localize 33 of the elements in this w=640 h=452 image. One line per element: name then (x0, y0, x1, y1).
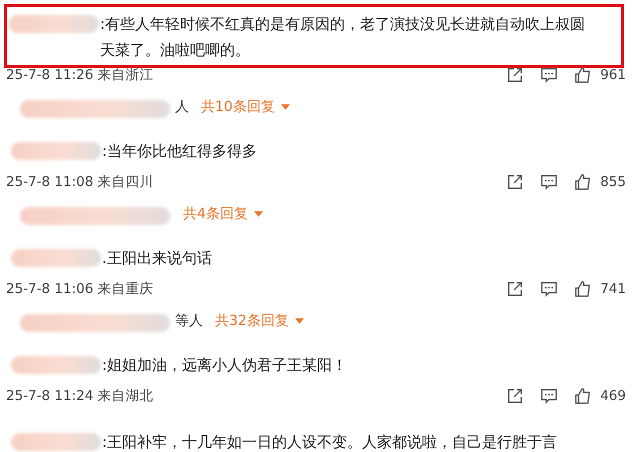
comment-icon[interactable] (540, 280, 558, 298)
comment-time: 25-7-8 11:24 来自湖北 (6, 387, 154, 405)
thumbs-up-icon[interactable] (574, 387, 592, 405)
comment-time: 25-7-8 11:26 来自浙江 (6, 66, 154, 84)
comment-icon[interactable] (540, 66, 558, 84)
share-icon[interactable] (506, 387, 524, 405)
replies-link[interactable]: 共10条回复 (193, 98, 290, 116)
comment-time: 25-7-8 11:06 来自重庆 (6, 280, 154, 298)
caret-icon (294, 318, 304, 324)
like-count: 741 (600, 281, 626, 297)
comment-text: :有些人年轻时候不红真的是有原因的，老了演技没见长进就自动吹上叔圆天菜了。油啦吧唧的。 (100, 14, 586, 61)
comment-text: :王阳补牢，十几年如一日的人设不变。人家都说啦，自己是行胜于言 (102, 432, 558, 452)
comment-icon[interactable] (540, 173, 558, 191)
comment-text: :姐姐加油，远离小人伪君子王某阳！ (102, 355, 348, 376)
share-icon[interactable] (506, 66, 524, 84)
replies-link[interactable]: 共4条回复 (175, 205, 263, 223)
share-icon[interactable] (506, 173, 524, 191)
like-count: 469 (600, 388, 626, 404)
reply-author-names: 等人 (175, 312, 203, 330)
like-count: 961 (600, 67, 626, 83)
thumbs-up-icon[interactable] (574, 280, 592, 298)
comment-text: :当年你比他红得多得多 (102, 141, 258, 162)
like-count: 855 (600, 174, 626, 190)
thumbs-up-icon[interactable] (574, 173, 592, 191)
replies-link[interactable]: 共32条回复 (207, 312, 304, 330)
comment-time: 25-7-8 11:08 来自四川 (6, 173, 154, 191)
comment-icon[interactable] (540, 387, 558, 405)
share-icon[interactable] (506, 280, 524, 298)
reply-author-names: 人 (175, 98, 189, 116)
caret-icon (254, 211, 263, 217)
caret-icon (280, 104, 290, 110)
comment-text: .王阳出来说句话 (102, 248, 212, 269)
thumbs-up-icon[interactable] (574, 66, 592, 84)
